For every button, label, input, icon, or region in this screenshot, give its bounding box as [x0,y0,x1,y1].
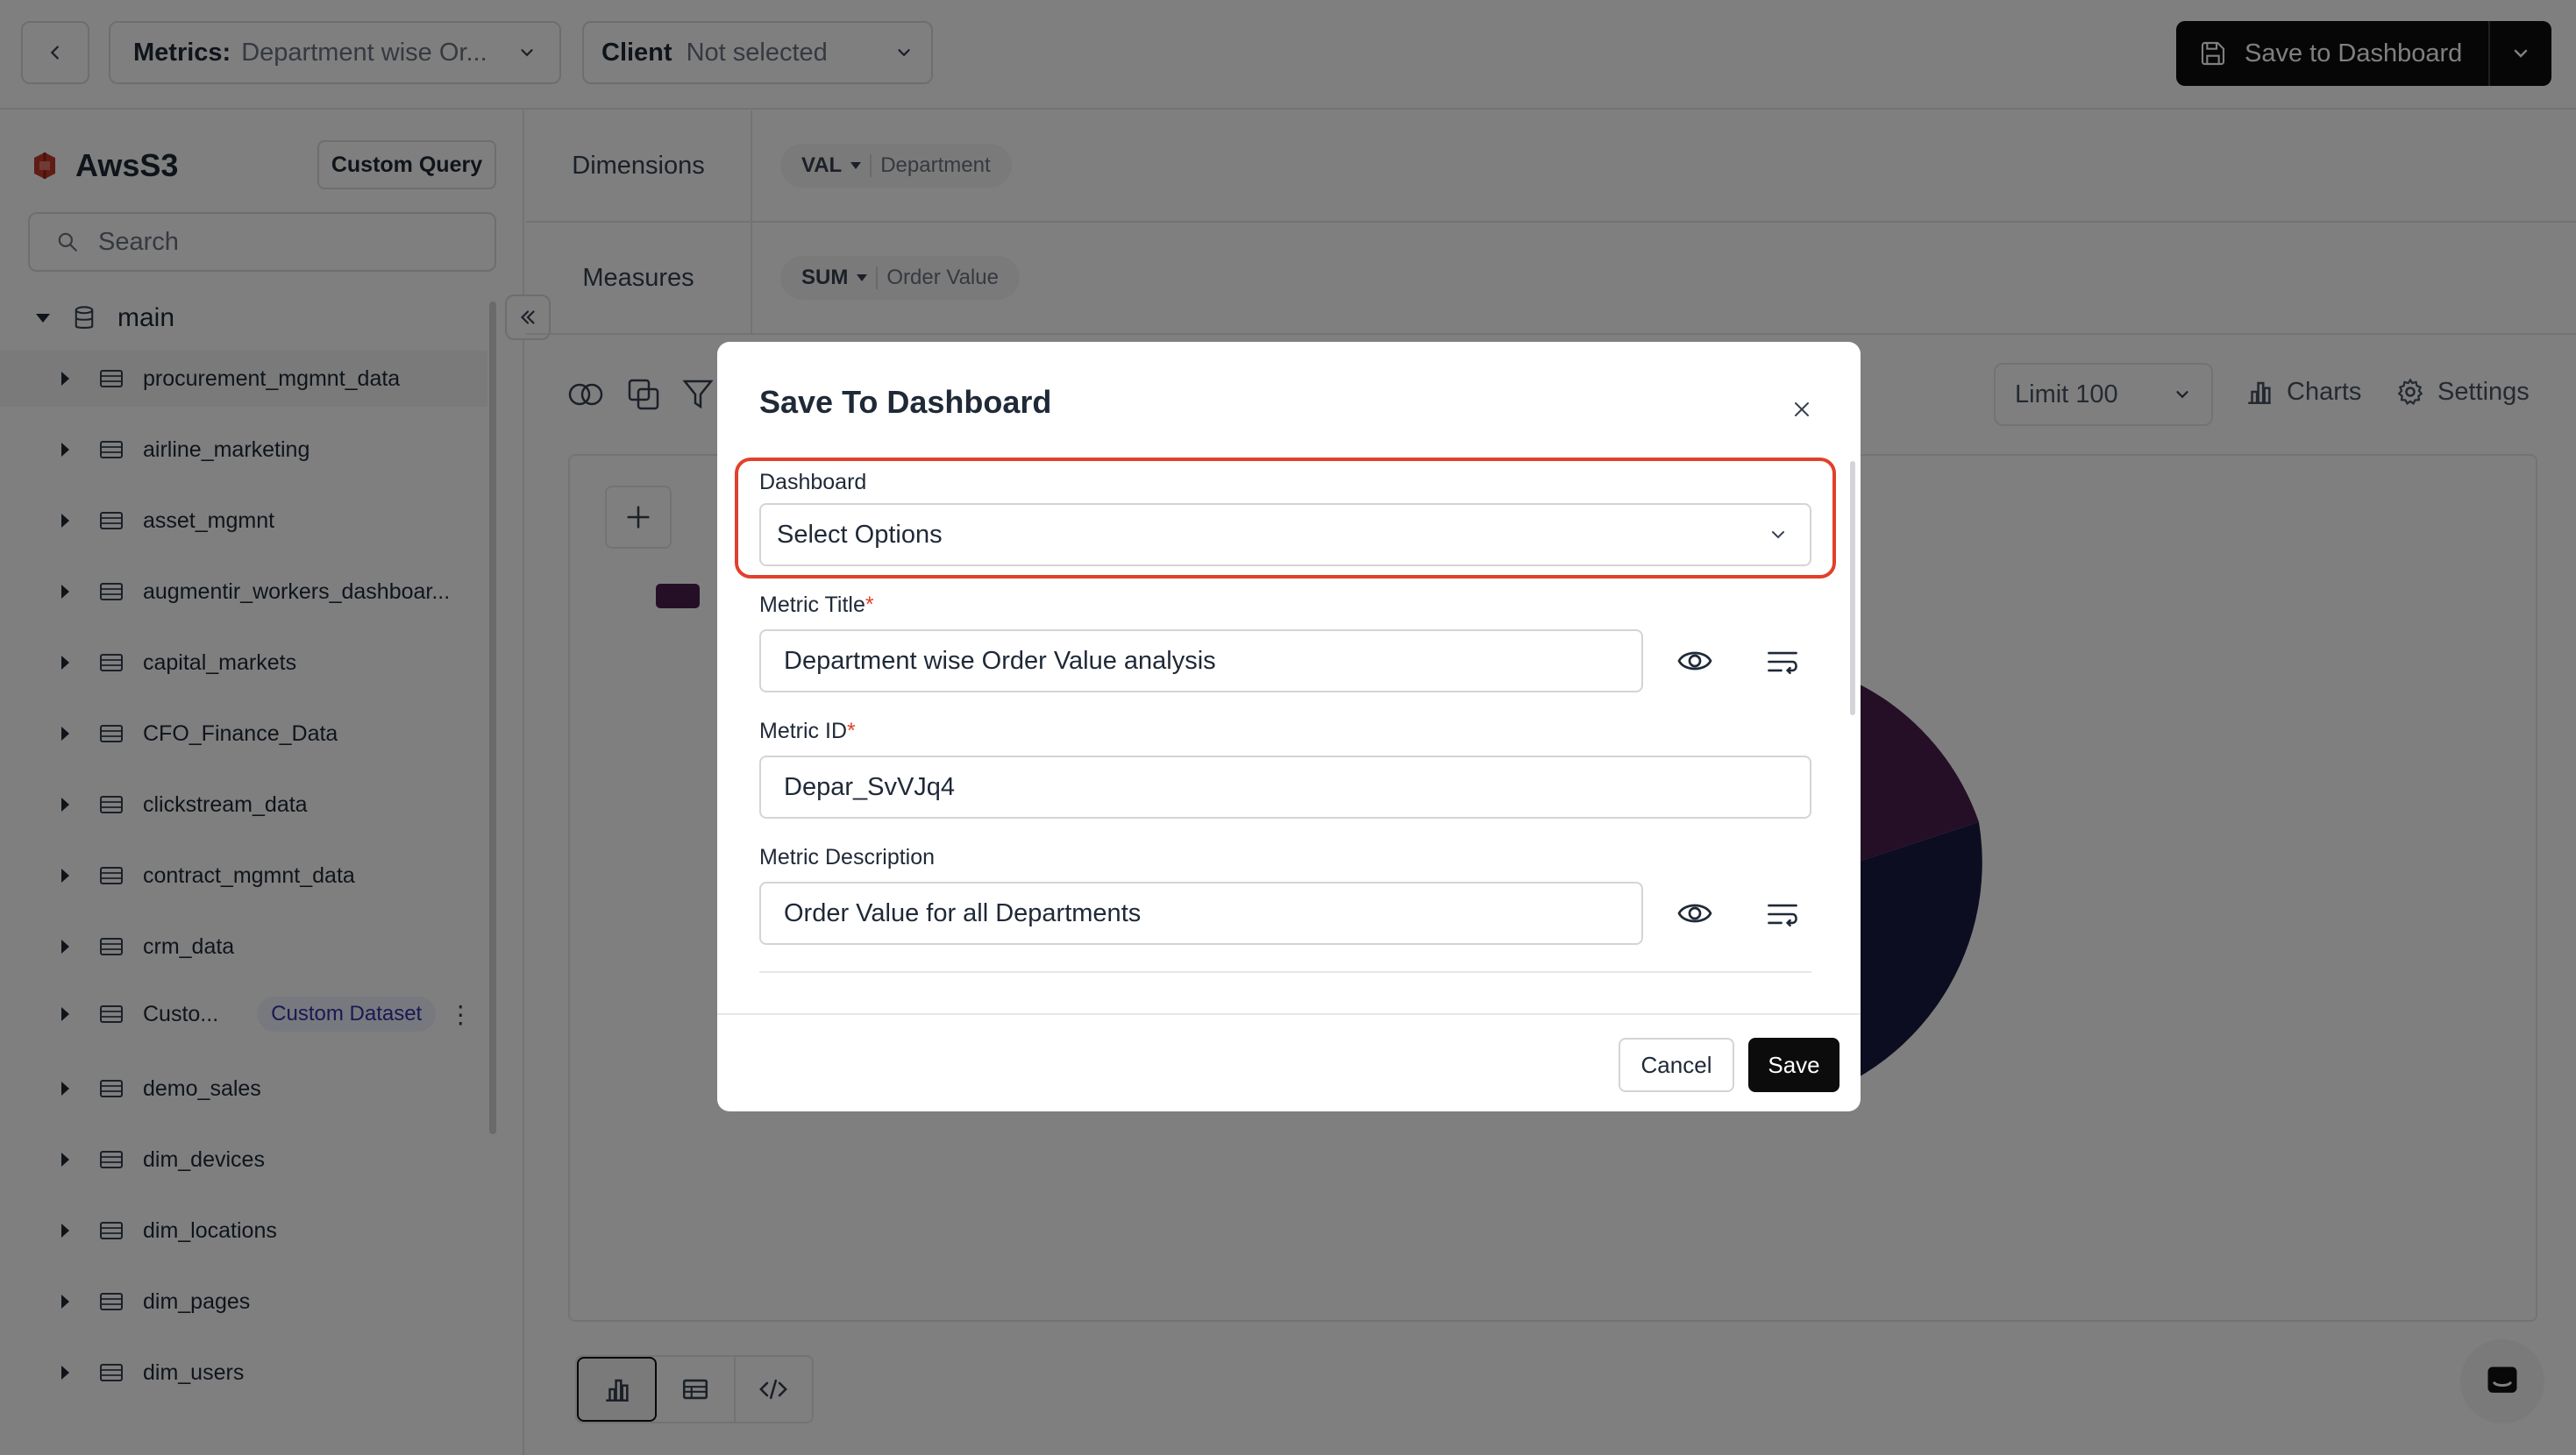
metric-description-value: Order Value for all Departments [784,898,1142,927]
text-wrap-icon[interactable] [1764,899,1801,929]
metric-id-label-text: Metric ID [759,719,847,743]
modal-divider [759,971,1811,973]
text-wrap-icon[interactable] [1764,647,1801,677]
metric-title-input[interactable]: Department wise Order Value analysis [759,629,1643,692]
save-to-dashboard-modal: Save To Dashboard Dashboard Select Optio… [717,342,1861,1111]
dashboard-label: Dashboard [759,470,867,494]
metric-id-input[interactable]: Depar_SvVJq4 [759,756,1811,819]
metric-title-label-text: Metric Title [759,593,865,617]
modal-scrollbar[interactable] [1850,461,1855,715]
required-mark: * [847,719,856,743]
dashboard-select[interactable]: Select Options [759,503,1811,566]
modal-title: Save To Dashboard [759,384,1052,420]
close-button[interactable] [1789,396,1815,422]
metric-description-label: Metric Description [759,845,936,869]
metric-title-value: Department wise Order Value analysis [784,646,1216,675]
modal-footer-divider [717,1013,1861,1015]
eye-icon[interactable] [1676,645,1713,677]
save-button[interactable]: Save [1748,1038,1839,1092]
close-icon [1793,401,1811,418]
required-mark: * [865,593,874,617]
metric-description-input[interactable]: Order Value for all Departments [759,882,1643,945]
eye-icon[interactable] [1676,898,1713,929]
metric-id-label: Metric ID* [759,719,856,744]
chevron-down-icon [1768,524,1789,545]
cancel-button[interactable]: Cancel [1619,1038,1734,1092]
metric-id-value: Depar_SvVJq4 [784,772,956,801]
dashboard-select-value: Select Options [777,520,943,549]
metric-title-label: Metric Title* [759,593,874,618]
